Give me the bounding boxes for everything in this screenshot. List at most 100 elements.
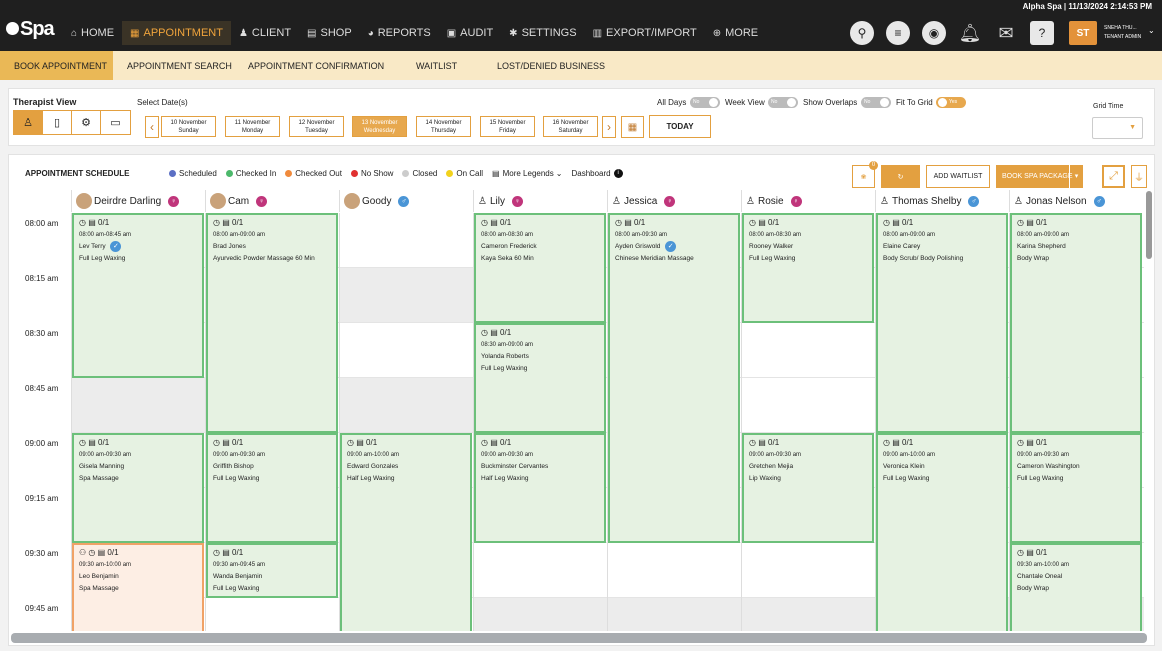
time-slot[interactable] [608, 598, 742, 631]
appointment-card[interactable]: ◷ ▤ 0/1 09:30 am-10:00 am Chantale Oneal Bo… [1010, 543, 1142, 631]
date-button[interactable]: 16 November Saturday [543, 116, 598, 137]
time-slot[interactable] [206, 598, 340, 631]
appointment-card[interactable]: ◷ ▤ 0/1 08:00 am-09:00 am Brad Jones Ayurve… [206, 213, 338, 433]
appointment-time: 09:00 am-09:30 am [79, 452, 132, 458]
dashboard-link[interactable]: Dashboard i [571, 169, 623, 178]
nav-more[interactable]: ⊕ MORE [705, 21, 766, 45]
all-days-toggle[interactable]: No [690, 97, 720, 108]
list-search-icon[interactable]: ≡ [886, 21, 910, 45]
nav-audit[interactable]: ▣ AUDIT [439, 21, 501, 45]
tab-appointment-search[interactable]: APPOINTMENT SEARCH [113, 51, 234, 80]
therapist-header[interactable]: ♙ Jessica ♀ [607, 190, 741, 212]
time-slot[interactable] [340, 378, 474, 433]
refresh-icon[interactable]: ↻ [881, 165, 920, 188]
next-date-icon[interactable]: › [602, 116, 616, 138]
nav-home[interactable]: ⌂ HOME [63, 21, 122, 45]
appointment-card[interactable]: ◷ ▤ 0/1 09:00 am-09:30 am Buckminster Cerv… [474, 433, 606, 543]
appointment-card[interactable]: ◷ ▤ 0/1 09:00 am-09:30 am Gretchen Mejia Li… [742, 433, 874, 543]
time-slot[interactable] [340, 323, 474, 378]
appointment-card[interactable]: ◷ ▤ 0/1 08:00 am-08:45 am Lev Terry ✓ Full … [72, 213, 204, 378]
nav-appointment[interactable]: ▦ APPOINTMENT [122, 21, 231, 45]
calendar-icon[interactable]: ▦ [621, 116, 644, 138]
week-view-toggle[interactable]: No [768, 97, 798, 108]
therapist-header[interactable]: ♙ Rosie ♀ [741, 190, 875, 212]
more-legends-dropdown[interactable]: ▤ More Legends ⌄ [492, 169, 562, 178]
user-avatar[interactable]: ST [1069, 21, 1097, 45]
nav-export-import[interactable]: ▥ EXPORT/IMPORT [585, 21, 705, 45]
appointment-card[interactable]: ◷ ▤ 0/1 09:00 am-10:00 am Edward Gonzales H… [340, 433, 472, 631]
prev-date-icon[interactable]: ‹ [145, 116, 159, 138]
time-slot[interactable] [742, 598, 876, 631]
time-slot[interactable] [742, 378, 876, 433]
search-icon[interactable]: ⚲ [850, 21, 874, 45]
expand-icon[interactable]: ⤢ [1102, 165, 1125, 188]
appointment-card[interactable]: ◷ ▤ 0/1 08:30 am-09:00 am Yolanda Roberts F… [474, 323, 606, 433]
nav-client[interactable]: ♟ CLIENT [231, 21, 299, 45]
show-overlaps-toggle[interactable]: No [861, 97, 891, 108]
time-slot[interactable] [742, 543, 876, 598]
therapist-header[interactable]: ♙ Thomas Shelby ♂ [875, 190, 1009, 212]
therapist-header[interactable]: Deirdre Darling ♀ [71, 190, 205, 212]
fit-to-grid-toggle[interactable]: Yes [936, 97, 966, 108]
therapist-header[interactable]: Cam ♀ [205, 190, 339, 212]
book-spa-package-button[interactable]: BOOK SPA PACKAGE ▾ [996, 165, 1083, 188]
therapist-header[interactable]: ♙ Lily ♀ [473, 190, 607, 212]
chevron-down-icon[interactable]: ▾ [1069, 165, 1083, 188]
user-info[interactable]: SNEHA THU... TENANT ADMIN [1104, 24, 1141, 42]
nav-settings[interactable]: ✱ SETTINGS [501, 21, 584, 45]
time-slot[interactable] [742, 323, 876, 378]
date-button[interactable]: 13 November Wednesday [352, 116, 407, 137]
tab-book-appointment[interactable]: BOOK APPOINTMENT [0, 51, 113, 80]
appointment-card[interactable]: ◷ ▤ 0/1 09:00 am-09:30 am Gisela Manning Sp… [72, 433, 204, 543]
tab-waitlist[interactable]: WAITLIST [402, 51, 483, 80]
add-waitlist-button[interactable]: ADD WAITLIST [926, 165, 990, 188]
appointment-card[interactable]: ◷ ▤ 0/1 08:00 am-08:30 am Cameron Frederic… [474, 213, 606, 323]
appointment-card[interactable]: ◷ ▤ 0/1 09:00 am-09:30 am Griffith Bishop F… [206, 433, 338, 543]
appointment-card[interactable]: ⚇ ◷ ▤ 0/1 09:30 am-10:00 am Leo Benjamin Sp… [72, 543, 204, 631]
time-slot[interactable] [608, 543, 742, 598]
date-button[interactable]: 15 November Friday [480, 116, 535, 137]
therapist-view-icon[interactable]: ♙ [14, 111, 43, 134]
support-icon[interactable]: ◉ [922, 21, 946, 45]
tab-lost-denied-business[interactable]: LOST/DENIED BUSINESS [483, 51, 613, 80]
legend-label: On Call [456, 169, 484, 178]
grid-time-select[interactable]: ▼ [1092, 117, 1143, 139]
date-button[interactable]: 11 November Monday [225, 116, 280, 137]
appointment-card[interactable]: ◷ ▤ 0/1 09:00 am-10:00 am Veronica Klein Fu… [876, 433, 1008, 631]
lotus-icon[interactable]: ❀ 0 [852, 161, 878, 188]
nav-reports[interactable]: ◕ REPORTS [360, 21, 439, 45]
today-button[interactable]: TODAY [649, 115, 711, 138]
therapist-header[interactable]: ♙ Jonas Nelson ♂ [1009, 190, 1143, 212]
bell-icon[interactable]: 🔔︎ [958, 21, 982, 45]
filter-icon[interactable]: ⏚ [1131, 165, 1147, 188]
nav-shop[interactable]: ▤ SHOP [299, 21, 360, 45]
date-button[interactable]: 14 November Thursday [416, 116, 471, 137]
mail-icon[interactable]: ✉ [994, 21, 1018, 45]
app-logo[interactable]: Spa [6, 18, 55, 41]
time-slot[interactable] [72, 378, 206, 433]
therapist-header[interactable]: Goody ♂ [339, 190, 473, 212]
appointment-card[interactable]: ◷ ▤ 0/1 09:30 am-09:45 am Wanda Benjamin Fu… [206, 543, 338, 598]
info-icon[interactable]: i [613, 169, 623, 178]
time-slot[interactable] [474, 543, 608, 598]
date-button[interactable]: 12 November Tuesday [289, 116, 344, 137]
equipment-view-icon[interactable]: ⚙ [72, 111, 101, 134]
appointment-card[interactable]: ◷ ▤ 0/1 09:00 am-09:30 am Cameron Washingt… [1010, 433, 1142, 543]
help-icon[interactable]: ? [1030, 21, 1054, 45]
appointment-card[interactable]: ◷ ▤ 0/1 08:00 am-09:00 am Elaine Carey Body… [876, 213, 1008, 433]
date-button[interactable]: 10 November Sunday [161, 116, 216, 137]
appointment-card[interactable]: ◷ ▤ 0/1 08:00 am-09:30 am Ayden Griswold ✓… [608, 213, 740, 543]
main-nav: ⌂ HOME ▦ APPOINTMENT ♟ CLIENT ▤ SHOP ◕ REPORTS ▣ AU… [63, 21, 766, 45]
logo-icon [6, 22, 19, 35]
appointment-card[interactable]: ◷ ▤ 0/1 08:00 am-09:00 am Karina Shepherd B… [1010, 213, 1142, 433]
time-slot[interactable] [474, 598, 608, 631]
time-slot[interactable] [340, 213, 474, 268]
horizontal-scrollbar[interactable] [11, 633, 1147, 643]
time-slot[interactable] [340, 268, 474, 323]
vertical-scrollbar[interactable] [1146, 191, 1152, 259]
tab-appointment-confirmation[interactable]: APPOINTMENT CONFIRMATION [234, 51, 402, 80]
monitor-view-icon[interactable]: ▭ [101, 111, 130, 134]
room-view-icon[interactable]: ▯ [43, 111, 72, 134]
chevron-down-icon[interactable]: ⌄ [1148, 26, 1155, 35]
appointment-card[interactable]: ◷ ▤ 0/1 08:00 am-08:30 am Rooney Walker Ful… [742, 213, 874, 323]
